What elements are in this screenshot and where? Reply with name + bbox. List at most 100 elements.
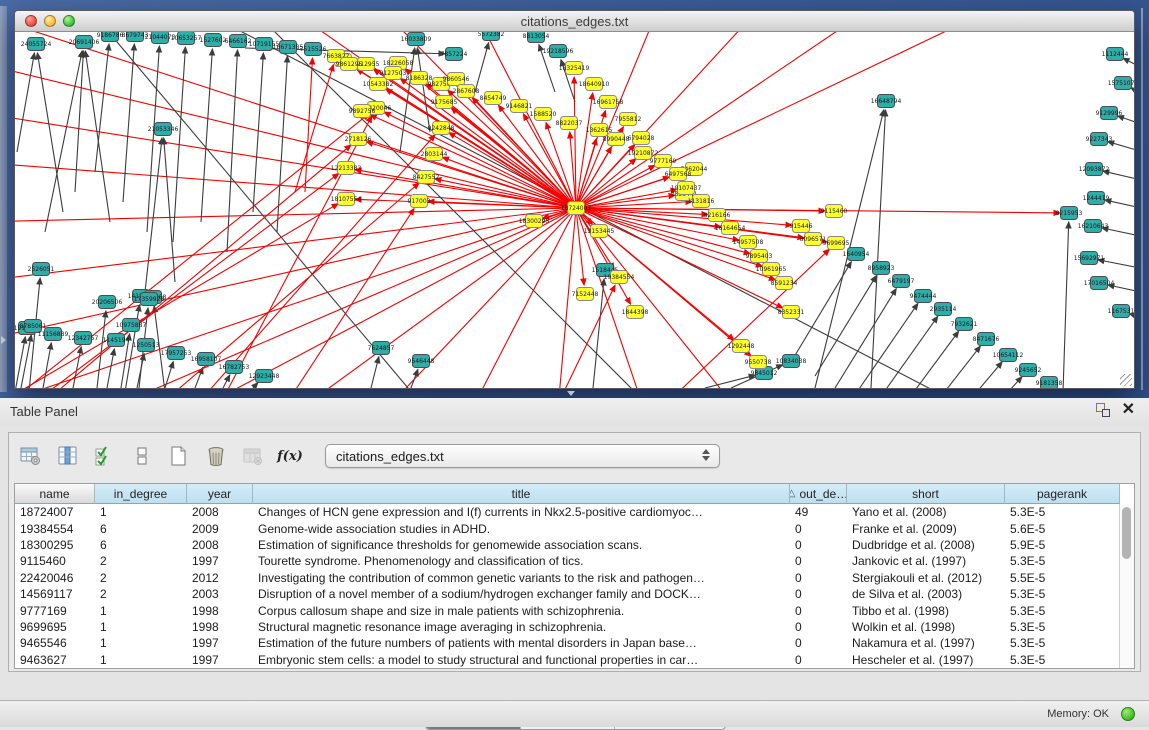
- column-header-name[interactable]: name: [15, 484, 95, 504]
- network-node-teal[interactable]: 9546448: [408, 355, 435, 368]
- network-node-yellow[interactable]: 9115460: [821, 205, 848, 218]
- table-cell[interactable]: Changes of HCN gene expression and I(f) …: [253, 505, 790, 519]
- network-node-teal[interactable]: 2935114: [930, 303, 957, 316]
- table-vertical-scrollbar[interactable]: [1119, 504, 1134, 668]
- table-cell[interactable]: Estimation of the future numbers of pati…: [253, 636, 790, 650]
- row-options-icon[interactable]: [130, 443, 154, 469]
- table-cell[interactable]: Hescheler et al. (1997): [847, 653, 1005, 667]
- network-node-yellow[interactable]: 13153445: [584, 225, 615, 238]
- table-cell[interactable]: 2009: [187, 522, 253, 536]
- table-cell[interactable]: Stergiakouli et al. (2012): [847, 571, 1005, 585]
- table-row[interactable]: 977716911998Corpus callosum shape and si…: [15, 602, 1134, 618]
- table-row[interactable]: 1830029562008Estimation of significance …: [15, 537, 1134, 553]
- network-node-teal[interactable]: 9181358: [1036, 377, 1063, 389]
- network-node-teal[interactable]: 16958107: [191, 353, 222, 366]
- table-cell[interactable]: 9777169: [15, 604, 95, 618]
- table-cell[interactable]: 9699695: [15, 620, 95, 634]
- table-cell[interactable]: 9463627: [15, 653, 95, 667]
- table-cell[interactable]: 5.3E-5: [1005, 620, 1120, 634]
- network-node-teal[interactable]: 6479197: [888, 275, 915, 288]
- table-cell[interactable]: 5.3E-5: [1005, 636, 1120, 650]
- network-node-teal[interactable]: 1250513: [133, 339, 160, 352]
- table-row[interactable]: 946362711997Embryonic stem cells: a mode…: [15, 652, 1134, 668]
- network-node-teal[interactable]: 7932621: [951, 318, 978, 331]
- network-node-teal[interactable]: 15692971: [1074, 252, 1105, 265]
- network-node-yellow[interactable]: 9146821: [506, 100, 533, 113]
- table-cell[interactable]: 6: [95, 522, 187, 536]
- network-node-teal[interactable]: 8471676: [973, 333, 1000, 346]
- table-cell[interactable]: 1: [95, 505, 187, 519]
- table-cell[interactable]: 5.6E-5: [1005, 522, 1120, 536]
- table-cell[interactable]: 0: [790, 636, 847, 650]
- table-cell[interactable]: 1: [95, 604, 187, 618]
- window-titlebar[interactable]: citations_edges.txt: [15, 11, 1134, 32]
- table-cell[interactable]: Tourette syndrome. Phenomenology and cla…: [253, 554, 790, 568]
- table-settings-icon[interactable]: [19, 443, 43, 469]
- network-node-yellow[interactable]: 18640910: [579, 78, 610, 91]
- scrollbar-thumb[interactable]: [1122, 507, 1131, 559]
- table-cell[interactable]: Franke et al. (2009): [847, 522, 1005, 536]
- column-header-short[interactable]: short: [847, 484, 1005, 504]
- table-cell[interactable]: 49: [790, 505, 847, 519]
- network-node-teal[interactable]: 1167531: [1108, 305, 1134, 318]
- column-header-pagerank[interactable]: pagerank: [1005, 484, 1120, 504]
- table-cell[interactable]: 5.3E-5: [1005, 587, 1120, 601]
- network-node-yellow[interactable]: 8822037: [556, 117, 583, 130]
- network-node-teal[interactable]: 12342757: [68, 332, 99, 345]
- table-cell[interactable]: 22420046: [15, 571, 95, 585]
- network-node-teal[interactable]: 20206506: [92, 296, 123, 309]
- network-node-teal[interactable]: 12923448: [249, 370, 280, 383]
- table-cell[interactable]: 5.3E-5: [1005, 554, 1120, 568]
- network-node-yellow[interactable]: 1588520: [530, 108, 557, 121]
- network-node-teal[interactable]: 16033809: [401, 33, 432, 46]
- table-cell[interactable]: 2012: [187, 571, 253, 585]
- network-node-teal[interactable]: 8958923: [868, 262, 895, 275]
- table-cell[interactable]: 18724007: [15, 505, 95, 519]
- table-cell[interactable]: Disruption of a novel member of a sodium…: [253, 587, 790, 601]
- network-node-teal[interactable]: 8813054: [523, 32, 550, 43]
- table-cell[interactable]: 1: [95, 653, 187, 667]
- new-table-icon[interactable]: [167, 443, 191, 469]
- network-node-teal[interactable]: 17957253: [161, 347, 192, 360]
- network-node-teal[interactable]: 16782753: [219, 361, 250, 374]
- table-row[interactable]: 1456911722003Disruption of a novel membe…: [15, 586, 1134, 602]
- network-node-teal[interactable]: 24055724: [21, 38, 52, 51]
- network-node-yellow[interactable]: 917003: [408, 195, 431, 208]
- table-cell[interactable]: 0: [790, 554, 847, 568]
- network-node-yellow[interactable]: 8454749: [480, 92, 507, 105]
- table-cell[interactable]: 2008: [187, 505, 253, 519]
- table-row[interactable]: 1872400712008Changes of HCN gene express…: [15, 504, 1134, 520]
- table-cell[interactable]: 5.3E-5: [1005, 653, 1120, 667]
- network-node-teal[interactable]: 17016504: [1084, 277, 1115, 290]
- table-cell[interactable]: 0: [790, 571, 847, 585]
- network-node-yellow[interactable]: 9895403: [746, 250, 773, 263]
- column-header-year[interactable]: year: [187, 484, 253, 504]
- network-node-teal[interactable]: 10654112: [993, 349, 1024, 362]
- network-node-yellow[interactable]: 1844398: [622, 306, 649, 319]
- table-cell[interactable]: 9465546: [15, 636, 95, 650]
- table-cell[interactable]: 0: [790, 538, 847, 552]
- table-cell[interactable]: 0: [790, 620, 847, 634]
- network-node-yellow[interactable]: 18107554: [331, 193, 362, 206]
- network-node-yellow[interactable]: 18325419: [559, 62, 590, 75]
- network-node-yellow[interactable]: 16961758: [593, 96, 624, 109]
- table-cell[interactable]: 1998: [187, 604, 253, 618]
- network-canvas[interactable]: 2405572420691406918678686797432104407310…: [15, 32, 1134, 388]
- network-node-teal[interactable]: 2526051: [28, 263, 55, 276]
- table-cell[interactable]: 1997: [187, 636, 253, 650]
- table-cell[interactable]: 2: [95, 587, 187, 601]
- column-settings-icon[interactable]: [56, 443, 80, 469]
- network-node-yellow[interactable]: 7152448: [572, 288, 599, 301]
- network-node-teal[interactable]: 8215953: [1056, 207, 1083, 220]
- table-cell[interactable]: 6: [95, 538, 187, 552]
- table-cell[interactable]: Nakamura et al. (1997): [847, 636, 1005, 650]
- table-cell[interactable]: Structural magnetic resonance image aver…: [253, 620, 790, 634]
- network-node-teal[interactable]: 1244419: [1083, 192, 1110, 205]
- network-node-teal[interactable]: 9474444: [910, 290, 937, 303]
- table-cell[interactable]: Corpus callosum shape and size in male p…: [253, 604, 790, 618]
- table-row[interactable]: 911546021997Tourette syndrome. Phenomeno…: [15, 553, 1134, 569]
- table-cell[interactable]: Wolkin et al. (1998): [847, 620, 1005, 634]
- table-cell[interactable]: 0: [790, 604, 847, 618]
- network-node-yellow[interactable]: 6794028: [628, 132, 655, 145]
- table-row[interactable]: 2242004622012Investigating the contribut…: [15, 570, 1134, 586]
